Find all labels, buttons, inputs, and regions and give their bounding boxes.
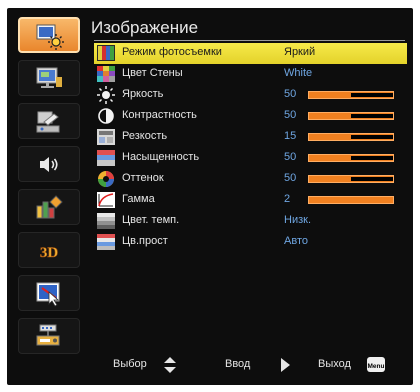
tab-display[interactable] xyxy=(18,60,80,96)
options-icon xyxy=(36,195,63,219)
image-settings-icon xyxy=(36,24,64,50)
row-brightness[interactable]: Яркость 50 xyxy=(94,85,407,106)
row-color-space[interactable]: Цв.прост Авто xyxy=(94,232,407,253)
row-label: Оттенок xyxy=(122,172,164,184)
color-space-icon xyxy=(97,234,115,250)
row-display-mode[interactable]: Режим фотосъемки Яркий xyxy=(94,43,407,64)
tab-3d[interactable]: 3D xyxy=(18,232,80,268)
right-arrow-icon xyxy=(281,358,290,372)
3d-icon-label: 3D xyxy=(40,245,59,261)
row-value: Авто xyxy=(284,235,308,247)
tab-interactive[interactable] xyxy=(18,275,80,311)
tab-lan[interactable] xyxy=(18,318,80,354)
color-temp-icon xyxy=(97,213,115,229)
row-value: White xyxy=(284,67,313,79)
row-value: 15 xyxy=(284,130,297,142)
tab-audio[interactable] xyxy=(18,146,80,182)
row-gamma[interactable]: Гамма 2 xyxy=(94,190,407,211)
row-value: Низк. xyxy=(284,214,312,226)
saturation-slider[interactable] xyxy=(308,154,394,162)
brightness-slider[interactable] xyxy=(308,91,394,99)
gamma-slider[interactable] xyxy=(308,196,394,204)
tab-options[interactable] xyxy=(18,189,80,225)
tint-icon xyxy=(98,171,114,187)
row-sharpness[interactable]: Резкость 15 xyxy=(94,127,407,148)
row-label: Режим фотосъемки xyxy=(122,46,222,58)
display-mode-icon xyxy=(97,45,115,61)
row-saturation[interactable]: Насыщенность 50 xyxy=(94,148,407,169)
menu-key-icon: Menu xyxy=(367,357,385,372)
wall-color-icon xyxy=(97,66,115,82)
row-tint[interactable]: Оттенок 50 xyxy=(94,169,407,190)
contrast-icon xyxy=(98,108,114,124)
row-contrast[interactable]: Контрастность 50 xyxy=(94,106,407,127)
row-label: Яркость xyxy=(122,88,164,100)
row-label: Цвет Стены xyxy=(122,67,183,79)
row-value: 50 xyxy=(284,109,297,121)
sharpness-icon xyxy=(97,129,115,145)
volume-icon xyxy=(40,157,58,172)
tint-slider[interactable] xyxy=(308,175,394,183)
row-value: 50 xyxy=(284,151,297,163)
category-sidebar: 3D xyxy=(13,15,85,366)
title-divider xyxy=(94,40,405,41)
row-color-temp[interactable]: Цвет. темп. Низк. xyxy=(94,211,407,232)
row-label: Контрастность xyxy=(122,109,197,121)
brightness-icon xyxy=(97,86,115,104)
exit-hint-label: Выход xyxy=(318,358,351,370)
row-value: Яркий xyxy=(284,46,316,58)
row-label: Цвет. темп. xyxy=(122,214,180,226)
saturation-icon xyxy=(97,150,115,166)
navigation-hint-bar: Выбор Ввод Выход Menu xyxy=(91,355,407,375)
tab-setup[interactable] xyxy=(18,103,80,139)
3d-icon: 3D xyxy=(40,245,59,262)
row-value: 50 xyxy=(284,88,297,100)
row-label: Цв.прост xyxy=(122,235,168,247)
menu-key-label: Menu xyxy=(368,363,385,370)
row-value: 2 xyxy=(284,193,291,205)
up-down-arrows-icon xyxy=(164,357,176,373)
image-menu-panel: Изображение Режим фотосъемки Яркий Цвет … xyxy=(91,15,407,379)
lan-network-icon xyxy=(36,324,60,346)
enter-hint-label: Ввод xyxy=(225,358,251,370)
tab-image[interactable] xyxy=(18,17,80,53)
menu-title: Изображение xyxy=(91,18,199,37)
row-wall-color[interactable]: Цвет Стены White xyxy=(94,64,407,85)
contrast-slider[interactable] xyxy=(308,112,394,120)
setup-icon xyxy=(36,111,60,133)
row-label: Резкость xyxy=(122,130,168,142)
sharpness-slider[interactable] xyxy=(308,133,394,141)
select-hint-label: Выбор xyxy=(113,358,147,370)
row-label: Насыщенность xyxy=(122,151,200,163)
gamma-icon xyxy=(97,192,115,208)
display-settings-icon xyxy=(36,67,62,88)
row-label: Гамма xyxy=(122,193,155,205)
interactive-icon xyxy=(36,282,60,307)
row-value: 50 xyxy=(284,172,297,184)
